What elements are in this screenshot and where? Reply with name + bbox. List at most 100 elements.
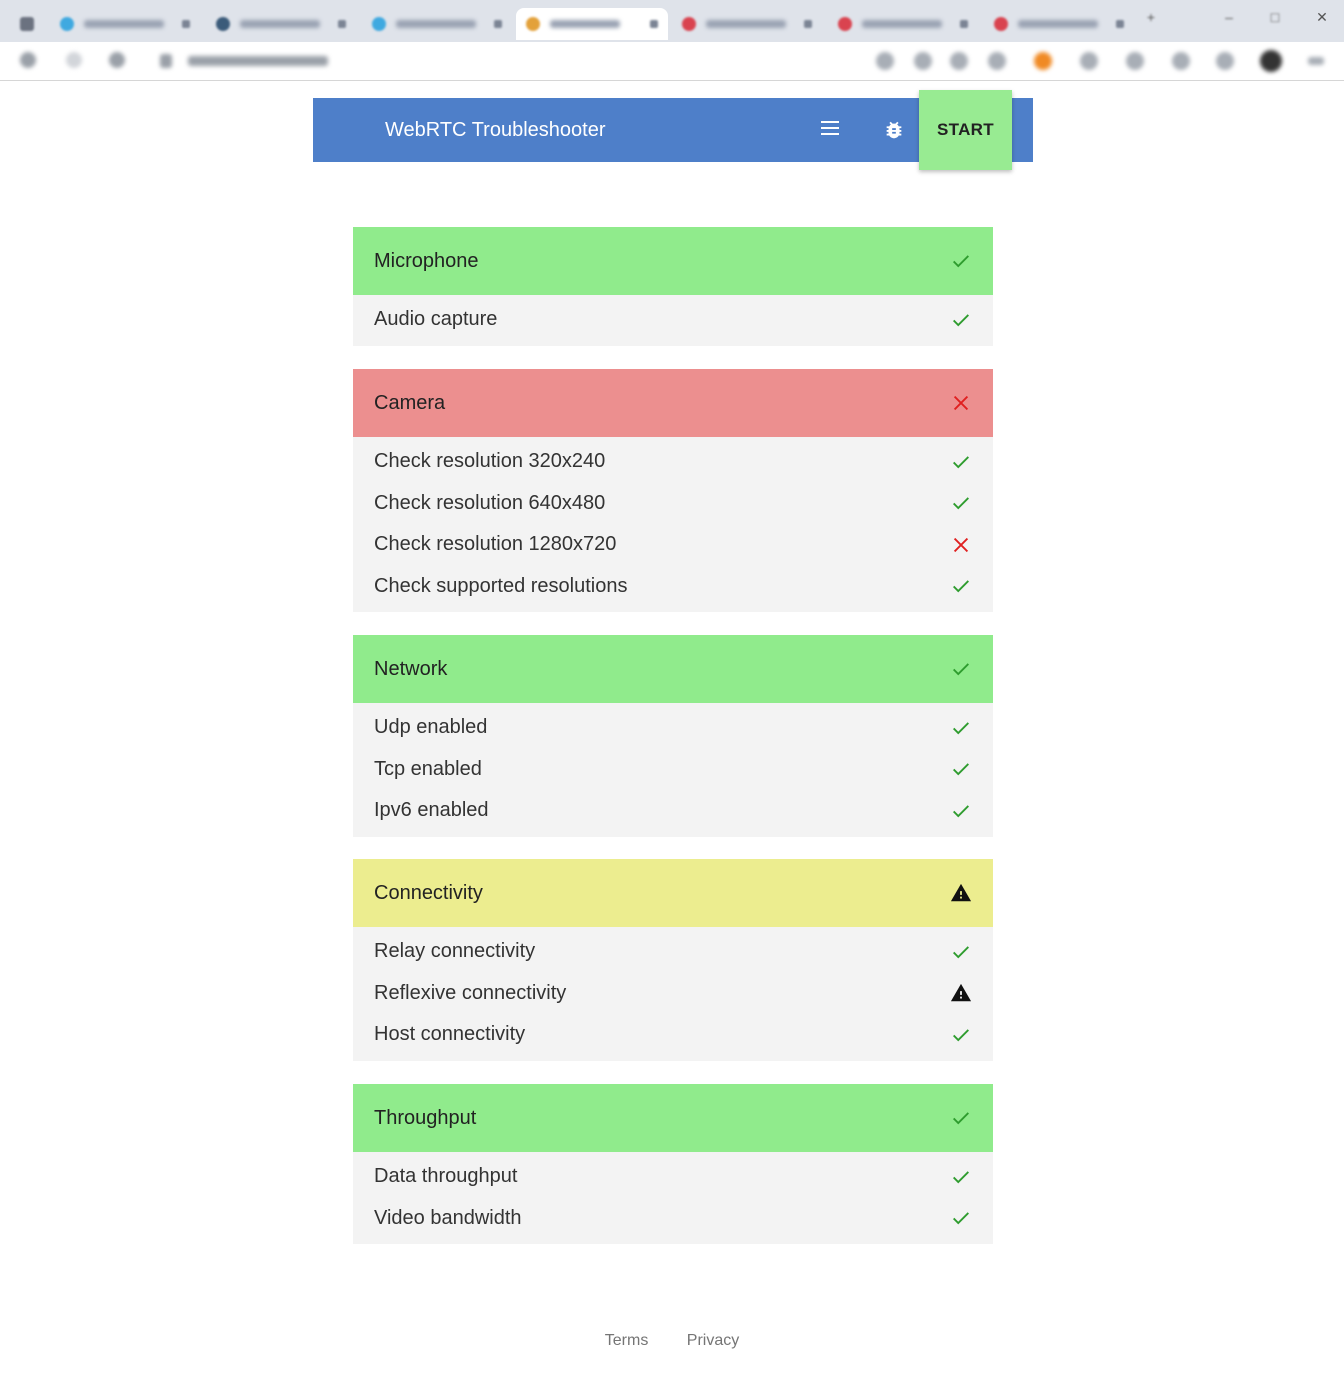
privacy-link[interactable]: Privacy [687,1332,739,1349]
start-button[interactable]: START [919,90,1012,170]
test-list: Audio capture [353,295,993,346]
check-icon [953,456,969,469]
extension-icon[interactable] [1080,52,1098,70]
browser-tab[interactable] [50,8,200,40]
site-icon [372,17,386,31]
site-icon [682,17,696,31]
section-title: Connectivity [374,881,483,904]
extension-icon[interactable] [1216,52,1234,70]
test-row: Check resolution 640x480 [353,483,993,525]
close-icon[interactable] [1116,20,1124,28]
test-label: Check resolution 320x240 [374,450,606,473]
test-row: Relay connectivity [353,931,993,973]
section-header[interactable]: Throughput [353,1084,993,1152]
check-icon [953,255,969,268]
app-header: WebRTC Troubleshooter START [313,90,1033,170]
extension-icon[interactable] [988,52,1006,70]
test-row: Video bandwidth [353,1198,993,1240]
test-row: Host connectivity [353,1014,993,1056]
test-row: Reflexive connectivity [353,973,993,1015]
check-icon [953,1029,969,1042]
extension-icon[interactable] [1034,52,1052,70]
test-label: Tcp enabled [374,757,482,780]
test-row: Check resolution 1280x720 [353,524,993,566]
cross-icon [953,395,969,411]
test-row: Ipv6 enabled [353,790,993,832]
forward-icon[interactable] [66,52,82,68]
menu-icon[interactable] [821,121,839,139]
maximize-icon[interactable]: □ [1268,10,1282,24]
tab-title [240,20,320,28]
test-label: Check supported resolutions [374,574,628,597]
tab-title [550,20,620,28]
browser-tab[interactable] [984,8,1134,40]
site-info-icon[interactable] [160,54,172,68]
section-header[interactable]: Network [353,635,993,703]
extension-icon[interactable] [1172,52,1190,70]
close-icon[interactable] [494,20,502,28]
new-tab-icon[interactable]: + [1144,10,1158,24]
check-icon [953,946,969,959]
check-icon [953,763,969,776]
check-icon [953,497,969,510]
terms-link[interactable]: Terms [605,1332,649,1349]
browser-tab-strip: + – □ ✕ [0,0,1344,42]
site-icon [60,17,74,31]
bug-report-icon[interactable] [883,119,905,141]
footer: Terms Privacy [0,1332,1344,1350]
browser-tab[interactable] [672,8,822,40]
site-icon [994,17,1008,31]
browser-tab-active[interactable] [516,8,668,40]
test-label: Video bandwidth [374,1206,522,1229]
section-title: Camera [374,391,446,414]
browser-tab[interactable] [206,8,356,40]
close-icon[interactable] [182,20,190,28]
extension-icon[interactable] [876,52,894,70]
close-icon[interactable] [338,20,346,28]
tab-title [706,20,786,28]
test-row: Udp enabled [353,707,993,749]
browser-tab[interactable] [828,8,978,40]
browser-tab[interactable] [362,8,512,40]
section-title: Throughput [374,1106,477,1129]
test-list: Relay connectivity Reflexive connectivit… [353,927,993,1061]
warning-icon [950,984,972,1002]
test-label: Host connectivity [374,1023,526,1046]
minimize-icon[interactable]: – [1222,10,1236,24]
reload-icon[interactable] [109,52,125,68]
close-icon[interactable] [960,20,968,28]
extension-icon[interactable] [914,52,932,70]
section-network: Network Udp enabled Tcp enabled Ipv6 ena… [353,635,993,837]
section-camera: Camera Check resolution 320x240 Check re… [353,369,993,612]
site-icon [216,17,230,31]
extension-icon[interactable] [950,52,968,70]
test-row: Tcp enabled [353,749,993,791]
extension-icon[interactable] [1126,52,1144,70]
section-title: Network [374,657,448,680]
test-row: Check resolution 320x240 [353,441,993,483]
profile-avatar[interactable] [1260,50,1282,72]
back-icon[interactable] [20,52,36,68]
close-icon[interactable] [650,20,658,28]
close-window-icon[interactable]: ✕ [1315,10,1329,24]
close-icon[interactable] [804,20,812,28]
section-header[interactable]: Microphone [353,227,993,295]
section-microphone: Microphone Audio capture [353,227,993,346]
section-title: Microphone [374,249,479,272]
tab-title [84,20,164,28]
section-header[interactable]: Connectivity [353,859,993,927]
test-row: Check supported resolutions [353,566,993,608]
more-menu-icon[interactable] [1308,57,1324,65]
section-header[interactable]: Camera [353,369,993,437]
tab-overview-button[interactable] [10,8,46,40]
check-icon [953,722,969,735]
address-bar [0,42,1344,81]
site-icon [838,17,852,31]
url-field[interactable] [188,56,328,66]
test-label: Check resolution 1280x720 [374,533,617,556]
tab-title [862,20,942,28]
test-list: Check resolution 320x240 Check resolutio… [353,437,993,612]
section-connectivity: Connectivity Relay connectivity Reflexiv… [353,859,993,1061]
section-throughput: Throughput Data throughput Video bandwid… [353,1084,993,1244]
cross-icon [953,537,969,552]
